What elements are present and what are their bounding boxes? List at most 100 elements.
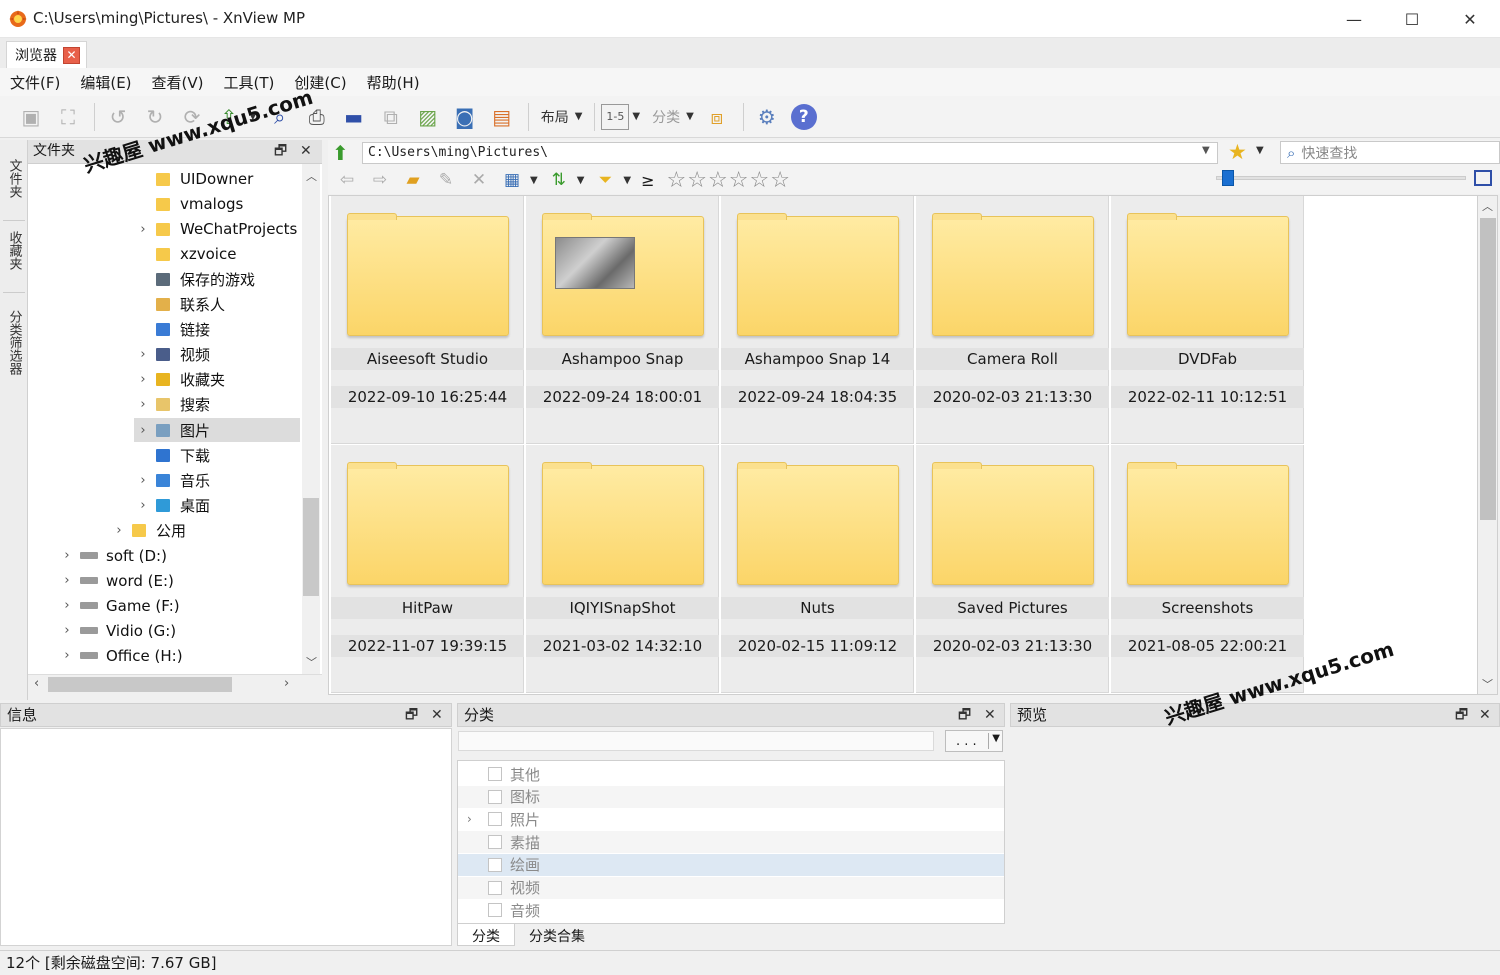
restore-panel-icon[interactable]: 🗗 (1455, 704, 1468, 726)
expand-chevron-icon[interactable]: › (58, 598, 76, 613)
thumbnail-scroll-thumb[interactable] (1480, 218, 1496, 520)
filter-dropdown-icon[interactable]: ▼ (623, 175, 631, 186)
favorite-star-icon[interactable]: ★ (1228, 140, 1247, 164)
thumbnail-item[interactable]: Screenshots 2021-08-05 22:00:21 (1111, 445, 1304, 693)
rating-star-icon[interactable]: ☆ (749, 168, 769, 193)
thumbnail-item[interactable]: Camera Roll 2020-02-03 21:13:30 (916, 196, 1109, 444)
tree-node[interactable]: › word (E:) (58, 569, 173, 593)
go-up-icon[interactable]: ⬆ (332, 141, 349, 165)
rating-star-icon[interactable]: ☆ (667, 168, 687, 193)
expand-chevron-icon[interactable]: › (134, 397, 152, 412)
close-window-button[interactable]: ✕ (1441, 0, 1499, 38)
tab-category[interactable]: 分类 (457, 924, 515, 946)
range-dropdown-icon[interactable]: ▼ (632, 111, 640, 122)
scanner-icon[interactable]: ▬ (337, 101, 371, 133)
category-item[interactable]: 视频 (458, 876, 1004, 899)
close-panel-icon[interactable]: ✕ (984, 704, 996, 726)
tree-node[interactable]: 下载 (134, 443, 210, 467)
quick-search-box[interactable]: ⌕ 快速查找 (1280, 141, 1500, 164)
tree-node[interactable]: › 图片 (134, 418, 300, 442)
tree-node[interactable]: xzvoice (134, 242, 236, 266)
tree-node[interactable]: › 视频 (134, 343, 210, 367)
thumbnail-item[interactable]: DVDFab 2022-02-11 10:12:51 (1111, 196, 1304, 444)
rating-star-icon[interactable]: ☆ (687, 168, 707, 193)
rating-star-icon[interactable]: ☆ (729, 168, 749, 193)
path-input[interactable]: C:\Users\ming\Pictures\ (362, 142, 1218, 164)
category-checkbox[interactable] (488, 812, 502, 827)
expand-chevron-icon[interactable]: › (58, 573, 76, 588)
slideshow-icon[interactable]: ⧉ (374, 101, 408, 133)
thumbnail-item[interactable]: Ashampoo Snap 2022-09-24 18:00:01 (526, 196, 719, 444)
tab-close-icon[interactable]: ✕ (63, 46, 80, 64)
new-folder-icon[interactable]: ▰ (398, 168, 428, 192)
restore-panel-icon[interactable]: 🗗 (958, 704, 971, 726)
thumbnail-item[interactable]: IQIYISnapShot 2021-03-02 14:32:10 (526, 445, 719, 693)
forward-arrow-icon[interactable]: ⇨ (365, 168, 395, 192)
scroll-down-icon[interactable]: ﹀ (1482, 676, 1493, 692)
category-item[interactable]: 音频 (458, 899, 1004, 921)
category-more-button[interactable]: . . . ▼ (945, 730, 1003, 752)
tree-node[interactable]: › Game (F:) (58, 594, 179, 618)
tree-node[interactable]: › Office (H:) (58, 644, 182, 668)
gear-icon[interactable]: ⚙ (750, 101, 784, 133)
category-item[interactable]: 图标 (458, 785, 1004, 808)
favorite-dropdown-icon[interactable]: ▼ (1256, 145, 1264, 156)
tree-node[interactable]: 链接 (134, 318, 210, 342)
category-checkbox[interactable] (488, 835, 502, 850)
delete-icon[interactable]: ✕ (464, 168, 494, 192)
scroll-up-icon[interactable]: ︿ (1482, 198, 1493, 214)
expand-chevron-icon[interactable]: › (134, 498, 152, 513)
chevron-down-icon[interactable]: ▼ (988, 733, 1000, 749)
expand-chevron-icon[interactable]: › (58, 648, 76, 663)
rating-star-icon[interactable]: ☆ (770, 168, 790, 193)
tree-node[interactable]: › Vidio (G:) (58, 619, 176, 643)
tree-node[interactable]: › soft (D:) (58, 544, 167, 568)
sort-icon[interactable]: ⇅ (544, 168, 574, 192)
thumbnail-item[interactable]: Saved Pictures 2020-02-03 21:13:30 (916, 445, 1109, 693)
expand-chevron-icon[interactable]: › (134, 423, 152, 438)
expand-chevron-icon[interactable]: › (134, 473, 152, 488)
back-arrow-icon[interactable]: ⇦ (332, 168, 362, 192)
tree-node[interactable]: 保存的游戏 (134, 267, 255, 291)
filter-icon[interactable]: ⏷ (590, 168, 620, 192)
thumbnail-size-handle[interactable] (1222, 170, 1234, 186)
rating-star-icon[interactable]: ☆ (708, 168, 728, 193)
scroll-down-icon[interactable]: ﹀ (306, 654, 317, 670)
category-checkbox[interactable] (488, 857, 502, 872)
tree-horizontal-scrollbar[interactable]: ‹ › (28, 674, 322, 694)
tree-node[interactable]: 联系人 (134, 293, 225, 317)
view-mode-icon[interactable]: ▦ (497, 168, 527, 192)
expand-chevron-icon[interactable]: › (467, 812, 472, 826)
expand-chevron-icon[interactable]: › (58, 548, 76, 563)
category-filter-input[interactable] (458, 731, 934, 751)
side-tab-folders[interactable]: 文件夹 (3, 148, 25, 208)
category-checkbox[interactable] (488, 767, 502, 781)
menu-edit[interactable]: 编辑(E) (80, 72, 131, 93)
tree-scroll-thumb[interactable] (303, 498, 319, 596)
menu-tools[interactable]: 工具(T) (224, 72, 275, 93)
menu-view[interactable]: 查看(V) (152, 72, 204, 93)
expand-chevron-icon[interactable]: › (134, 372, 152, 387)
category-item[interactable]: 其他 (458, 763, 1004, 785)
menu-help[interactable]: 帮助(H) (367, 72, 420, 93)
help-icon[interactable]: ? (787, 101, 821, 133)
category-checkbox[interactable] (488, 903, 502, 918)
tab-category-set[interactable]: 分类合集 (515, 924, 599, 946)
tree-node[interactable]: UIDowner (134, 167, 253, 191)
category-item[interactable]: 绘画 (458, 853, 1004, 876)
layout-toggle-icon[interactable] (1474, 170, 1492, 186)
tree-node[interactable]: › 音乐 (134, 468, 210, 492)
restore-panel-icon[interactable]: 🗗 (274, 140, 287, 163)
tree-node[interactable]: vmalogs (134, 192, 243, 216)
view-mode-dropdown-icon[interactable]: ▼ (530, 175, 538, 186)
tab-browser[interactable]: 浏览器 ✕ (6, 41, 87, 68)
acquire-icon[interactable]: ▣ (14, 101, 48, 133)
tree-node[interactable]: › 桌面 (134, 493, 210, 517)
compare-icon[interactable]: ⧈ (700, 101, 734, 133)
path-dropdown-icon[interactable]: ▼ (1202, 145, 1210, 156)
range-icon[interactable]: 1-5 (601, 103, 630, 130)
close-panel-icon[interactable]: ✕ (1479, 704, 1491, 726)
close-panel-icon[interactable]: ✕ (300, 140, 312, 163)
restore-panel-icon[interactable]: 🗗 (405, 704, 418, 726)
tree-scrollbar[interactable]: ︿ ﹀ (302, 164, 320, 674)
